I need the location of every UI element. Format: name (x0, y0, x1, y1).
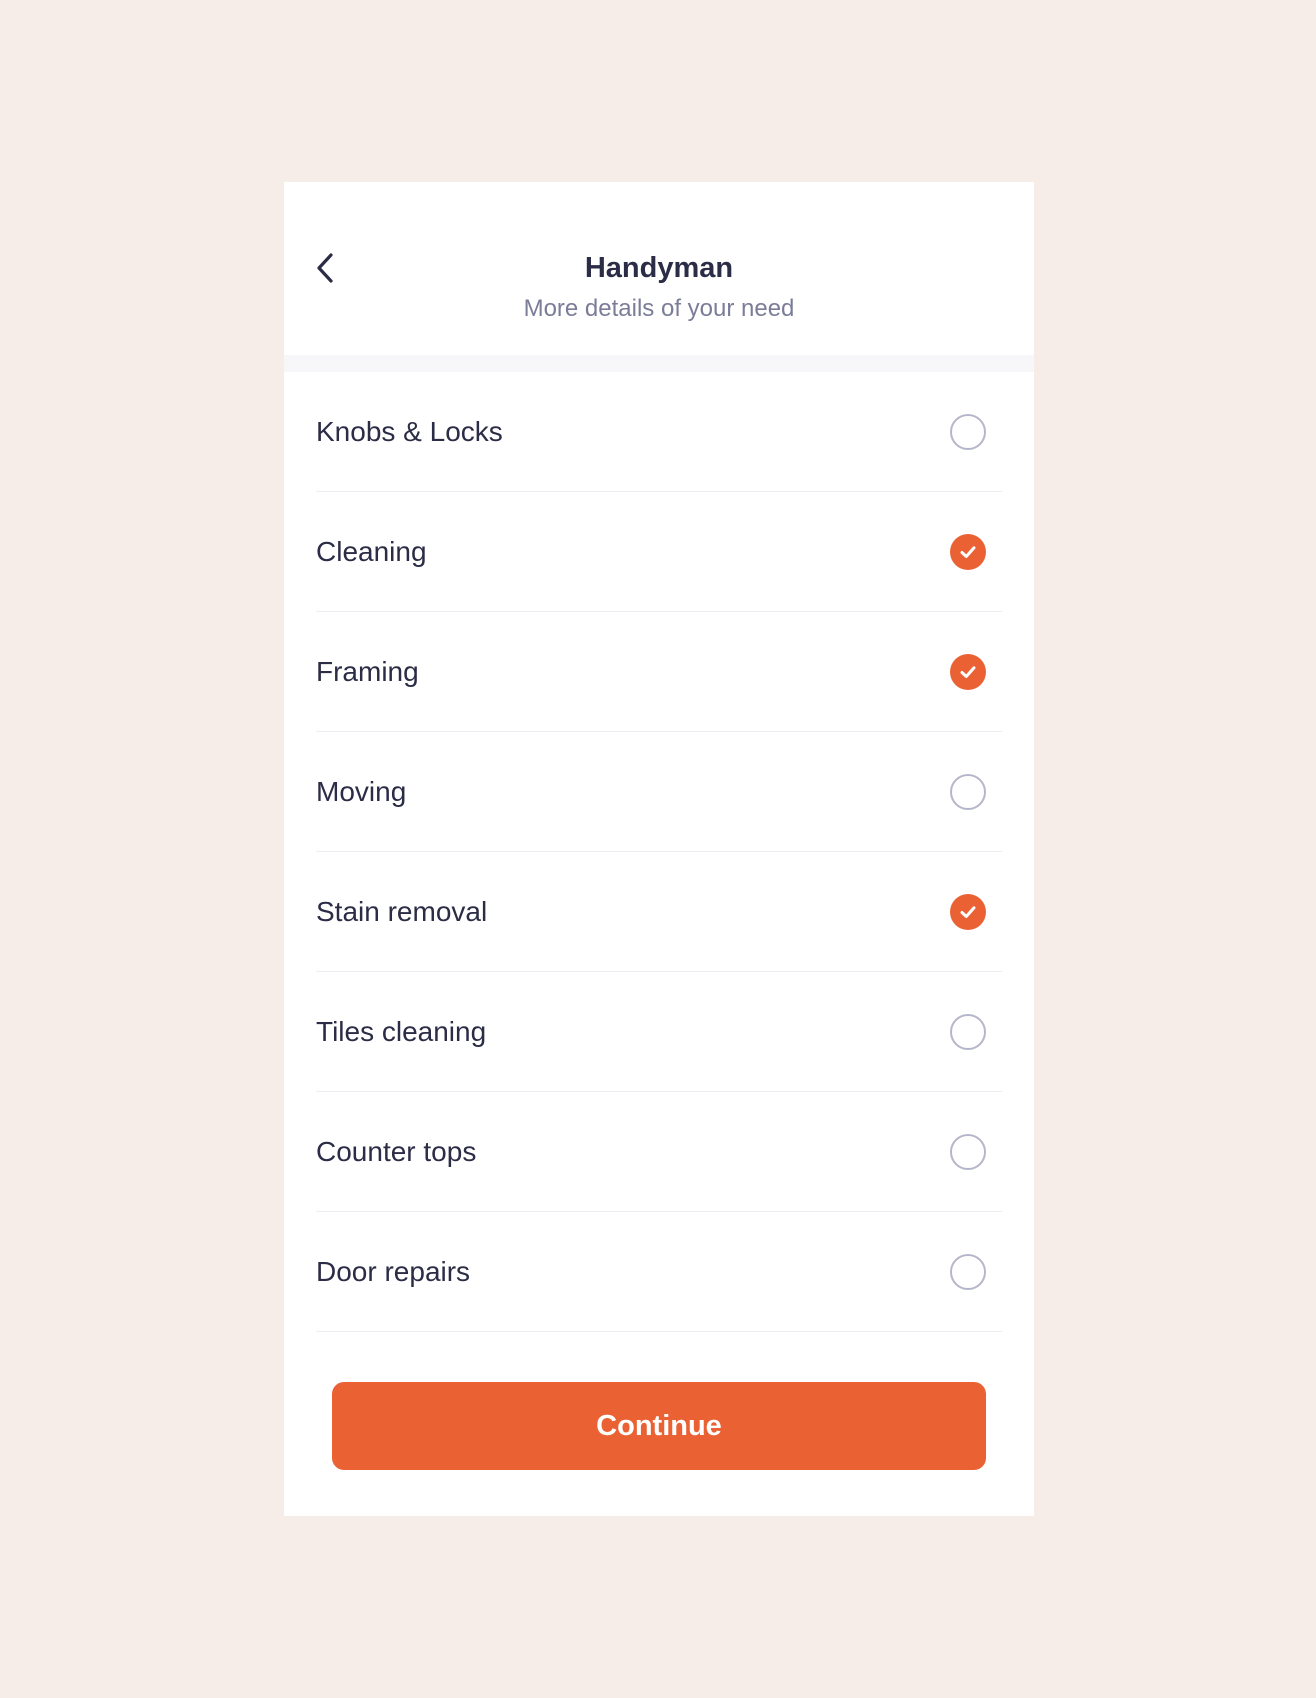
option-row[interactable]: Stain removal (316, 852, 1002, 972)
option-list: Knobs & Locks Cleaning Framing Moving Stain … (316, 372, 1002, 1332)
checkbox-checked[interactable] (950, 893, 986, 930)
option-label: Knobs & Locks (316, 415, 503, 447)
option-label: Moving (316, 775, 407, 807)
header: Handyman More details of your need (284, 182, 1034, 355)
checkmark-icon (960, 665, 976, 678)
page-title: Handyman (584, 252, 734, 284)
option-row[interactable]: Door repairs (316, 1212, 1002, 1332)
checkbox-unchecked[interactable] (950, 1133, 986, 1170)
checkbox-unchecked[interactable] (950, 773, 986, 810)
option-row[interactable]: Knobs & Locks (316, 372, 1002, 492)
option-label: Framing (316, 655, 419, 687)
checkbox-checked[interactable] (950, 653, 986, 690)
checkbox-unchecked[interactable] (950, 1253, 986, 1290)
header-divider (284, 355, 1034, 372)
details-card: Handyman More details of your need Knobs… (284, 182, 1034, 1516)
option-label: Door repairs (316, 1255, 471, 1287)
option-label: Cleaning (316, 535, 427, 567)
option-label: Counter tops (316, 1135, 477, 1167)
option-row[interactable]: Counter tops (316, 1092, 1002, 1212)
checkmark-icon (960, 545, 976, 558)
checkbox-unchecked[interactable] (950, 1013, 986, 1050)
checkmark-icon (960, 905, 976, 918)
page-subtitle: More details of your need (523, 295, 795, 322)
continue-button[interactable]: Continue (332, 1382, 986, 1470)
option-row[interactable]: Moving (316, 732, 1002, 852)
option-label: Stain removal (316, 895, 488, 927)
checkbox-unchecked[interactable] (950, 413, 986, 450)
option-row[interactable]: Framing (316, 612, 1002, 732)
option-row[interactable]: Cleaning (316, 492, 1002, 612)
option-label: Tiles cleaning (316, 1015, 487, 1047)
option-row[interactable]: Tiles cleaning (316, 972, 1002, 1092)
checkbox-checked[interactable] (950, 533, 986, 570)
